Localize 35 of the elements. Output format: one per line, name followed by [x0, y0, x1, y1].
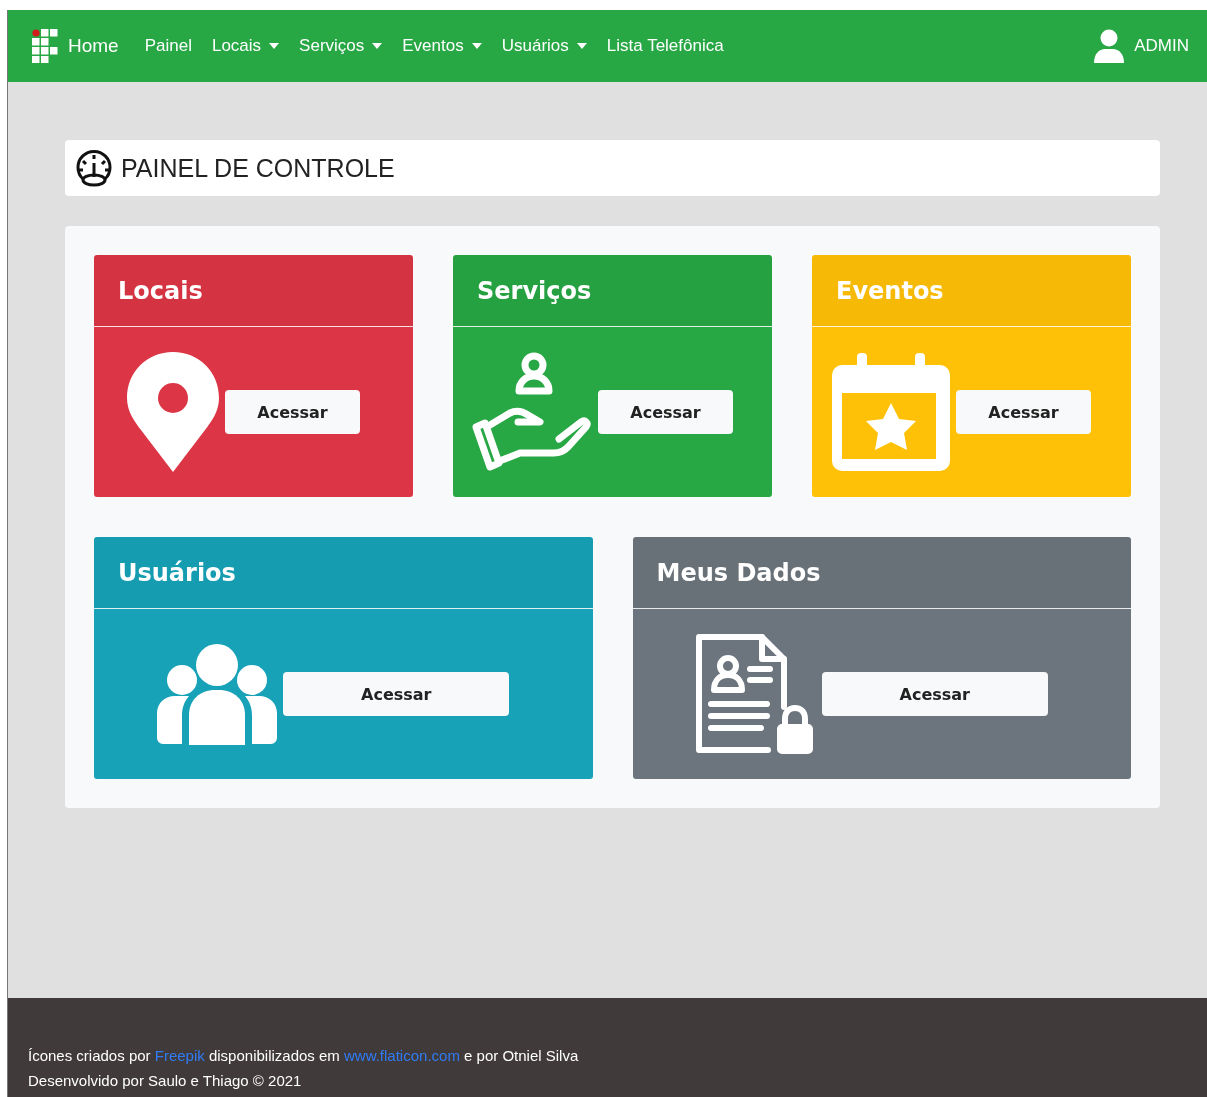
calendar-star-icon — [832, 353, 950, 471]
card-title: Meus Dados — [656, 558, 821, 587]
user-group-icon — [157, 643, 278, 745]
access-button[interactable]: Acessar — [598, 390, 733, 434]
card-title: Usuários — [118, 558, 236, 587]
access-button[interactable]: Acessar — [225, 390, 360, 434]
caret-icon — [576, 43, 587, 49]
nav-dropdown[interactable]: Usuários — [501, 36, 587, 56]
nav-dropdown[interactable]: Eventos — [402, 36, 482, 56]
access-button[interactable]: Acessar — [821, 672, 1048, 716]
access-button[interactable]: Acessar — [283, 672, 510, 716]
card-title: Locais — [118, 276, 203, 305]
caret-icon — [269, 43, 280, 49]
logo-icon — [32, 29, 58, 63]
caret-icon — [471, 43, 482, 49]
nav-link[interactable]: Painel — [144, 36, 192, 56]
user-menu[interactable]: ADMIN — [1094, 29, 1189, 63]
speedometer-icon — [75, 149, 113, 187]
map-pin-icon — [127, 352, 219, 472]
home-link[interactable]: Home — [32, 29, 119, 63]
footer-link[interactable]: Freepik — [154, 1047, 205, 1064]
locked-document-icon — [695, 634, 816, 754]
card-title: Serviços — [477, 276, 592, 305]
page-title: PAINEL DE CONTROLE — [121, 153, 395, 183]
caret-icon — [372, 43, 383, 49]
user-icon — [1094, 29, 1125, 63]
nav-dropdown[interactable]: Locais — [211, 36, 280, 56]
nav-dropdown[interactable]: Serviços — [299, 36, 383, 56]
hand-with-person-icon — [472, 352, 592, 472]
nav-link[interactable]: Lista Telefônica — [606, 36, 724, 56]
access-button[interactable]: Acessar — [956, 390, 1091, 434]
card-title: Eventos — [836, 276, 944, 305]
footer-link[interactable]: www.flaticon.com — [344, 1047, 460, 1064]
footer-credits: Ícones criados por Freepik disponibilizados em www.flaticon.com e por Otniel Silva — [28, 1046, 580, 1066]
footer-copyright: Desenvolvido por Saulo e Thiago © 2021 — [28, 1071, 303, 1091]
